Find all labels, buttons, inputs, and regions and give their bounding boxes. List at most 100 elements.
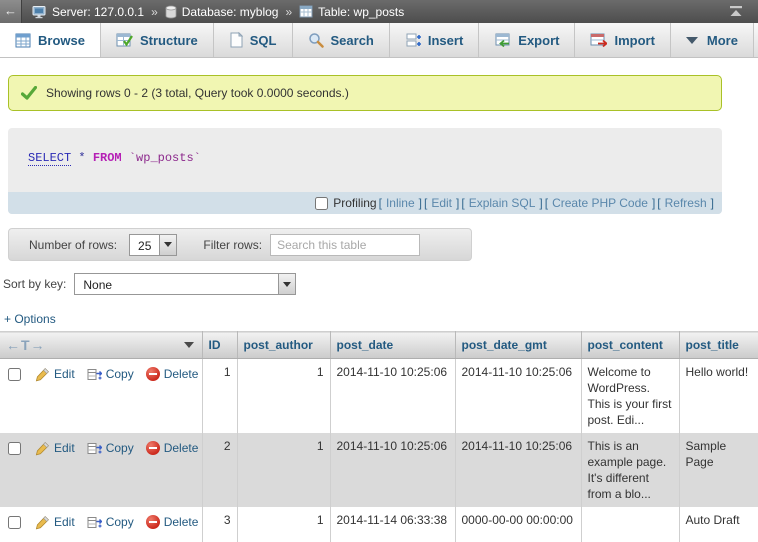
tab-more-label: More — [707, 33, 738, 48]
browse-icon — [15, 33, 31, 48]
breadcrumb-table-label: Table: wp_posts — [318, 5, 404, 19]
inline-link[interactable]: Inline — [384, 196, 417, 210]
delete-row-link[interactable]: Delete — [164, 366, 199, 382]
edit-icon — [35, 515, 50, 530]
tab-sql[interactable]: SQL — [214, 23, 293, 57]
sql-icon — [229, 32, 243, 48]
explain-sql-link[interactable]: Explain SQL — [467, 196, 538, 210]
tab-sql-label: SQL — [250, 33, 277, 48]
server-icon — [32, 5, 47, 19]
bracket: [ — [657, 196, 660, 210]
table-row: Edit Copy Delete 3 1 2014-11-14 06:33:38… — [0, 507, 758, 542]
edit-row-link[interactable]: Edit — [54, 514, 75, 530]
copy-row-link[interactable]: Copy — [106, 366, 134, 382]
status-message: Showing rows 0 - 2 (3 total, Query took … — [8, 75, 722, 111]
profiling-checkbox[interactable] — [315, 197, 328, 210]
cell-id: 2 — [202, 433, 237, 507]
cell-post-date: 2014-11-14 06:33:38 — [330, 507, 455, 542]
cell-id: 1 — [202, 359, 237, 434]
tab-insert-label: Insert — [428, 33, 463, 48]
column-header-post-author[interactable]: post_author — [237, 332, 330, 359]
number-of-rows-select[interactable]: 25 — [129, 234, 177, 256]
breadcrumb-separator: » — [283, 5, 294, 19]
breadcrumb: Server: 127.0.0.1 » Database: myblog » T… — [32, 5, 404, 19]
bracket: ] — [652, 196, 655, 210]
filter-rows-label: Filter rows: — [203, 238, 262, 252]
breadcrumb-server[interactable]: Server: 127.0.0.1 — [32, 5, 144, 19]
cell-post-author: 1 — [237, 433, 330, 507]
sort-by-key-row: Sort by key: None — [3, 273, 758, 295]
column-header-post-date[interactable]: post_date — [330, 332, 455, 359]
sql-table-name: `wp_posts` — [129, 151, 201, 165]
column-header-post-date-gmt[interactable]: post_date_gmt — [455, 332, 581, 359]
create-php-code-link[interactable]: Create PHP Code — [550, 196, 650, 210]
sort-by-key-select[interactable]: None — [74, 273, 296, 295]
copy-icon — [87, 441, 102, 456]
column-header-post-content[interactable]: post_content — [581, 332, 679, 359]
profiling-label[interactable]: Profiling — [315, 196, 376, 210]
edit-query-link[interactable]: Edit — [429, 196, 454, 210]
cell-post-content: Welcome to WordPress. This is your first… — [581, 359, 679, 434]
table-icon — [299, 5, 313, 18]
copy-row-link[interactable]: Copy — [106, 514, 134, 530]
sort-arrow-icon[interactable] — [184, 342, 194, 348]
table-header-row: ←T→ ID post_author post_date post_date_g… — [0, 332, 758, 359]
breadcrumb-server-label: Server: 127.0.0.1 — [52, 5, 144, 19]
breadcrumb-bar: ← Server: 127.0.0.1 » Database: myblog » — [0, 0, 758, 23]
tab-browse[interactable]: Browse — [0, 23, 101, 57]
breadcrumb-separator: » — [149, 5, 160, 19]
database-icon — [165, 5, 177, 19]
cell-post-title: Sample Page — [679, 433, 758, 507]
tab-insert[interactable]: Insert — [390, 23, 479, 57]
breadcrumb-database[interactable]: Database: myblog — [165, 5, 279, 19]
refresh-link[interactable]: Refresh — [663, 196, 709, 210]
column-header-id[interactable]: ID — [202, 332, 237, 359]
cell-post-content: This is an example page. It's different … — [581, 433, 679, 507]
breadcrumb-table[interactable]: Table: wp_posts — [299, 5, 404, 19]
tab-bar: Browse Structure SQL Search Insert — [0, 23, 758, 58]
bracket: [ — [379, 196, 382, 210]
transpose-control[interactable]: ←T→ — [6, 337, 46, 353]
row-checkbox[interactable] — [8, 516, 21, 529]
tab-more[interactable]: More — [671, 23, 754, 57]
cell-post-author: 1 — [237, 507, 330, 542]
sql-keyword-select[interactable]: SELECT — [28, 151, 71, 166]
options-toggle[interactable]: + Options — [4, 312, 56, 326]
copy-row-link[interactable]: Copy — [106, 440, 134, 456]
back-button[interactable]: ← — [0, 0, 22, 23]
chevron-down-icon — [686, 37, 698, 44]
search-icon — [308, 32, 324, 48]
tab-browse-label: Browse — [38, 33, 85, 48]
check-icon — [21, 86, 37, 100]
sql-keyword-from: FROM — [93, 151, 122, 165]
sort-by-key-value: None — [75, 274, 278, 294]
row-checkbox[interactable] — [8, 442, 21, 455]
number-of-rows-label: Number of rows: — [29, 238, 117, 252]
collapse-icon[interactable] — [728, 5, 744, 18]
profiling-label-text: Profiling — [333, 196, 376, 210]
tab-structure[interactable]: Structure — [101, 23, 214, 57]
edit-row-link[interactable]: Edit — [54, 366, 75, 382]
tab-import-label: Import — [614, 33, 654, 48]
filter-rows-input[interactable] — [270, 234, 420, 256]
cell-post-title: Auto Draft — [679, 507, 758, 542]
cell-post-date-gmt: 0000-00-00 00:00:00 — [455, 507, 581, 542]
bracket: [ — [461, 196, 464, 210]
tab-export[interactable]: Export — [479, 23, 575, 57]
bracket: ] — [456, 196, 459, 210]
tab-export-label: Export — [518, 33, 559, 48]
delete-icon — [146, 367, 160, 381]
row-checkbox[interactable] — [8, 368, 21, 381]
rows-filter-bar: Number of rows: 25 Filter rows: — [8, 228, 472, 261]
bracket: [ — [424, 196, 427, 210]
tab-search[interactable]: Search — [293, 23, 390, 57]
cell-post-date-gmt: 2014-11-10 10:25:06 — [455, 433, 581, 507]
tab-import[interactable]: Import — [575, 23, 670, 57]
column-header-post-title[interactable]: post_title — [679, 332, 758, 359]
edit-row-link[interactable]: Edit — [54, 440, 75, 456]
cell-post-content — [581, 507, 679, 542]
delete-row-link[interactable]: Delete — [164, 514, 199, 530]
breadcrumb-database-label: Database: myblog — [182, 5, 279, 19]
delete-row-link[interactable]: Delete — [164, 440, 199, 456]
edit-icon — [35, 441, 50, 456]
